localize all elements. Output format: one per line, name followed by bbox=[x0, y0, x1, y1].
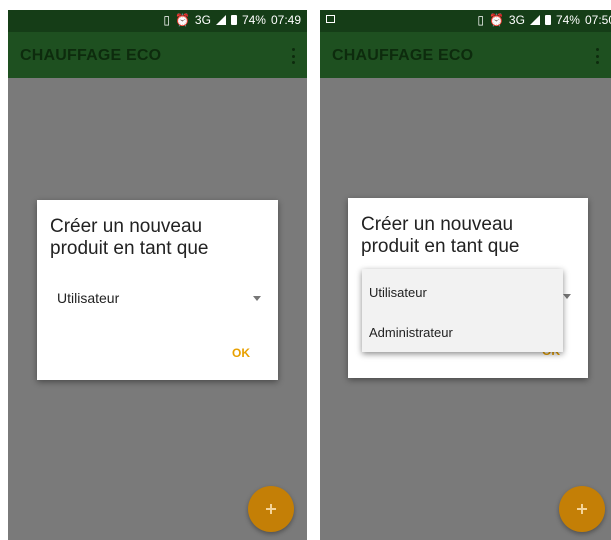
dropdown-option-administrateur[interactable]: Administrateur bbox=[362, 311, 563, 351]
role-dropdown-menu: Utilisateur Administrateur bbox=[362, 269, 563, 352]
status-bar: ▯ ⏰ 3G 74% 07:50 bbox=[320, 10, 611, 32]
status-bar: ▯ ⏰ 3G 74% 07:49 bbox=[8, 10, 307, 32]
dropdown-arrow-icon bbox=[253, 296, 261, 301]
option-label: Utilisateur bbox=[369, 285, 427, 300]
spinner-selected-value: Utilisateur bbox=[57, 290, 120, 306]
vibrate-icon: ▯ bbox=[163, 13, 170, 27]
overflow-menu-icon[interactable] bbox=[591, 46, 603, 66]
role-spinner[interactable]: Utilisateur bbox=[37, 282, 278, 316]
alarm-icon: ⏰ bbox=[488, 13, 504, 27]
vibrate-icon: ▯ bbox=[477, 13, 484, 27]
battery-percent: 74% bbox=[555, 13, 580, 27]
create-product-dialog: Créer un nouveau produit en tant que Uti… bbox=[37, 200, 278, 380]
clock: 07:49 bbox=[270, 13, 301, 27]
app-title: CHAUFFAGE ECO bbox=[20, 47, 162, 64]
clock: 07:50 bbox=[584, 13, 611, 27]
signal-icon bbox=[529, 15, 540, 25]
phone-screen-right: ▯ ⏰ 3G 74% 07:50 CHAUFFAGE ECO Créer un … bbox=[320, 10, 611, 540]
add-fab-button[interactable] bbox=[559, 486, 605, 532]
network-type: 3G bbox=[508, 13, 525, 27]
dialog-title: Créer un nouveau produit en tant que bbox=[361, 214, 520, 257]
option-label: Administrateur bbox=[369, 325, 453, 340]
app-bar: CHAUFFAGE ECO bbox=[8, 32, 307, 78]
battery-percent: 74% bbox=[241, 13, 266, 27]
ok-button[interactable]: OK bbox=[232, 346, 250, 360]
add-fab-button[interactable] bbox=[248, 486, 294, 532]
dropdown-option-utilisateur[interactable]: Utilisateur bbox=[362, 271, 563, 311]
app-bar: CHAUFFAGE ECO bbox=[320, 32, 611, 78]
overflow-menu-icon[interactable] bbox=[287, 46, 299, 66]
dialog-title: Créer un nouveau produit en tant que bbox=[50, 216, 209, 259]
image-notification-icon bbox=[326, 15, 335, 23]
network-type: 3G bbox=[194, 13, 211, 27]
battery-icon bbox=[230, 15, 237, 25]
signal-icon bbox=[215, 15, 226, 25]
dropdown-arrow-icon bbox=[563, 294, 571, 299]
battery-icon bbox=[544, 15, 551, 25]
phone-screen-left: ▯ ⏰ 3G 74% 07:49 CHAUFFAGE ECO Créer un … bbox=[8, 10, 307, 540]
alarm-icon: ⏰ bbox=[174, 13, 190, 27]
app-title: CHAUFFAGE ECO bbox=[332, 47, 474, 64]
